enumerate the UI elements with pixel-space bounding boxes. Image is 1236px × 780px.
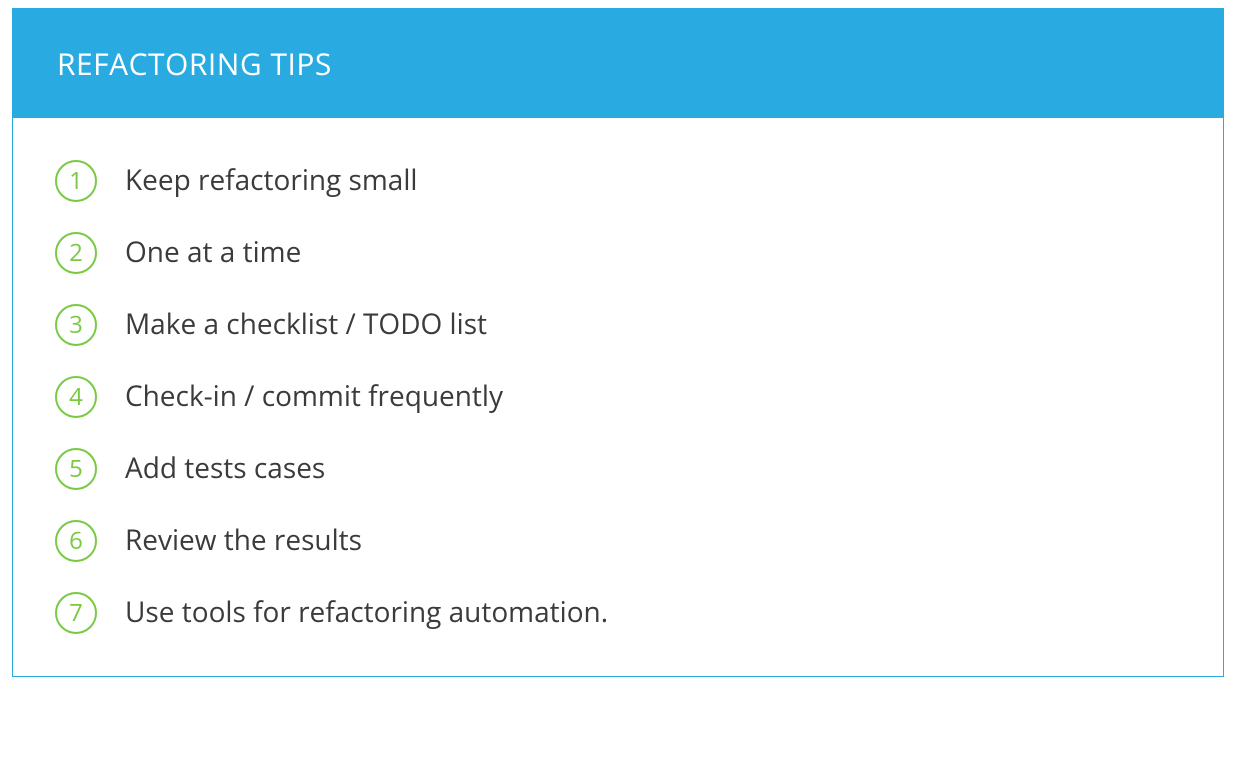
list-item: 5 Add tests cases: [55, 448, 1181, 490]
card-body: 1 Keep refactoring small 2 One at a time…: [13, 118, 1223, 676]
tip-text: One at a time: [125, 236, 301, 270]
tip-text: Use tools for refactoring automation.: [125, 596, 608, 630]
tip-text: Review the results: [125, 524, 362, 558]
list-item: 1 Keep refactoring small: [55, 160, 1181, 202]
tip-number-badge: 2: [55, 232, 97, 274]
tips-card: REFACTORING TIPS 1 Keep refactoring smal…: [12, 8, 1224, 677]
tip-number-badge: 6: [55, 520, 97, 562]
tip-number-badge: 4: [55, 376, 97, 418]
tip-number-badge: 1: [55, 160, 97, 202]
card-title: REFACTORING TIPS: [13, 9, 1223, 118]
list-item: 3 Make a checklist / TODO list: [55, 304, 1181, 346]
tip-text: Make a checklist / TODO list: [125, 308, 487, 342]
list-item: 7 Use tools for refactoring automation.: [55, 592, 1181, 634]
tip-text: Check-in / commit frequently: [125, 380, 503, 414]
tip-text: Keep refactoring small: [125, 164, 418, 198]
list-item: 2 One at a time: [55, 232, 1181, 274]
list-item: 4 Check-in / commit frequently: [55, 376, 1181, 418]
tip-number-badge: 5: [55, 448, 97, 490]
tip-text: Add tests cases: [125, 452, 325, 486]
tip-number-badge: 3: [55, 304, 97, 346]
tip-number-badge: 7: [55, 592, 97, 634]
list-item: 6 Review the results: [55, 520, 1181, 562]
tip-list: 1 Keep refactoring small 2 One at a time…: [55, 160, 1181, 634]
